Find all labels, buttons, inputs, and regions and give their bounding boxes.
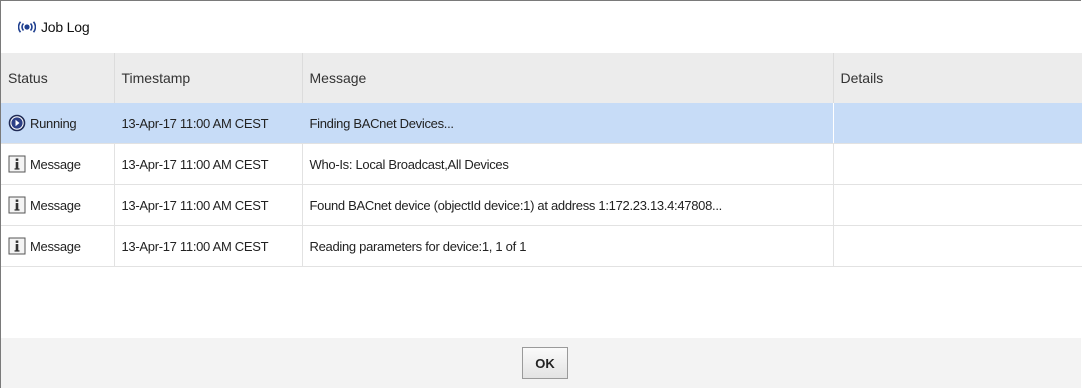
- column-header-timestamp[interactable]: Timestamp: [114, 53, 303, 103]
- message-cell: Found BACnet device (objectId device:1) …: [302, 184, 834, 226]
- info-icon: [8, 196, 26, 214]
- column-header-message[interactable]: Message: [302, 53, 834, 103]
- job-log-table: Status Timestamp Message Details Running…: [1, 53, 1082, 267]
- window-title: Job Log: [41, 19, 90, 35]
- table-row[interactable]: Message 13-Apr-17 11:00 AM CEST Reading …: [1, 225, 1082, 267]
- status-cell: Message: [1, 225, 115, 267]
- details-cell: [833, 225, 1082, 267]
- status-label: Message: [30, 156, 81, 172]
- status-cell: Message: [1, 184, 115, 226]
- timestamp-cell: 13-Apr-17 11:00 AM CEST: [114, 103, 303, 144]
- timestamp-cell: 13-Apr-17 11:00 AM CEST: [114, 225, 303, 267]
- table-row[interactable]: Message 13-Apr-17 11:00 AM CEST Who-Is: …: [1, 143, 1082, 185]
- timestamp-cell: 13-Apr-17 11:00 AM CEST: [114, 184, 303, 226]
- table-row[interactable]: Message 13-Apr-17 11:00 AM CEST Found BA…: [1, 184, 1082, 226]
- status-cell: Message: [1, 143, 115, 185]
- ok-button[interactable]: OK: [522, 347, 568, 379]
- details-cell: [833, 143, 1082, 185]
- info-icon: [8, 237, 26, 255]
- running-icon: [8, 114, 26, 132]
- table-row[interactable]: Running 13-Apr-17 11:00 AM CEST Finding …: [1, 103, 1082, 144]
- status-label: Running: [30, 115, 77, 131]
- dialog-footer: OK: [1, 338, 1081, 388]
- details-cell: [833, 184, 1082, 226]
- details-cell: [833, 103, 1082, 144]
- column-header-status[interactable]: Status: [1, 53, 115, 103]
- table-header-row: Status Timestamp Message Details: [1, 53, 1082, 103]
- broadcast-icon: [18, 21, 36, 33]
- info-icon: [8, 155, 26, 173]
- job-log-table-wrap: Status Timestamp Message Details Running…: [1, 53, 1082, 267]
- message-cell: Finding BACnet Devices...: [302, 103, 834, 144]
- status-cell: Running: [1, 103, 115, 144]
- job-log-dialog: Job Log Status Timestamp Message Details: [0, 0, 1082, 388]
- message-cell: Reading parameters for device:1, 1 of 1: [302, 225, 834, 267]
- column-header-details[interactable]: Details: [833, 53, 1082, 103]
- timestamp-cell: 13-Apr-17 11:00 AM CEST: [114, 143, 303, 185]
- message-cell: Who-Is: Local Broadcast,All Devices: [302, 143, 834, 185]
- title-bar: Job Log: [1, 1, 1081, 53]
- status-label: Message: [30, 197, 81, 213]
- status-label: Message: [30, 238, 81, 254]
